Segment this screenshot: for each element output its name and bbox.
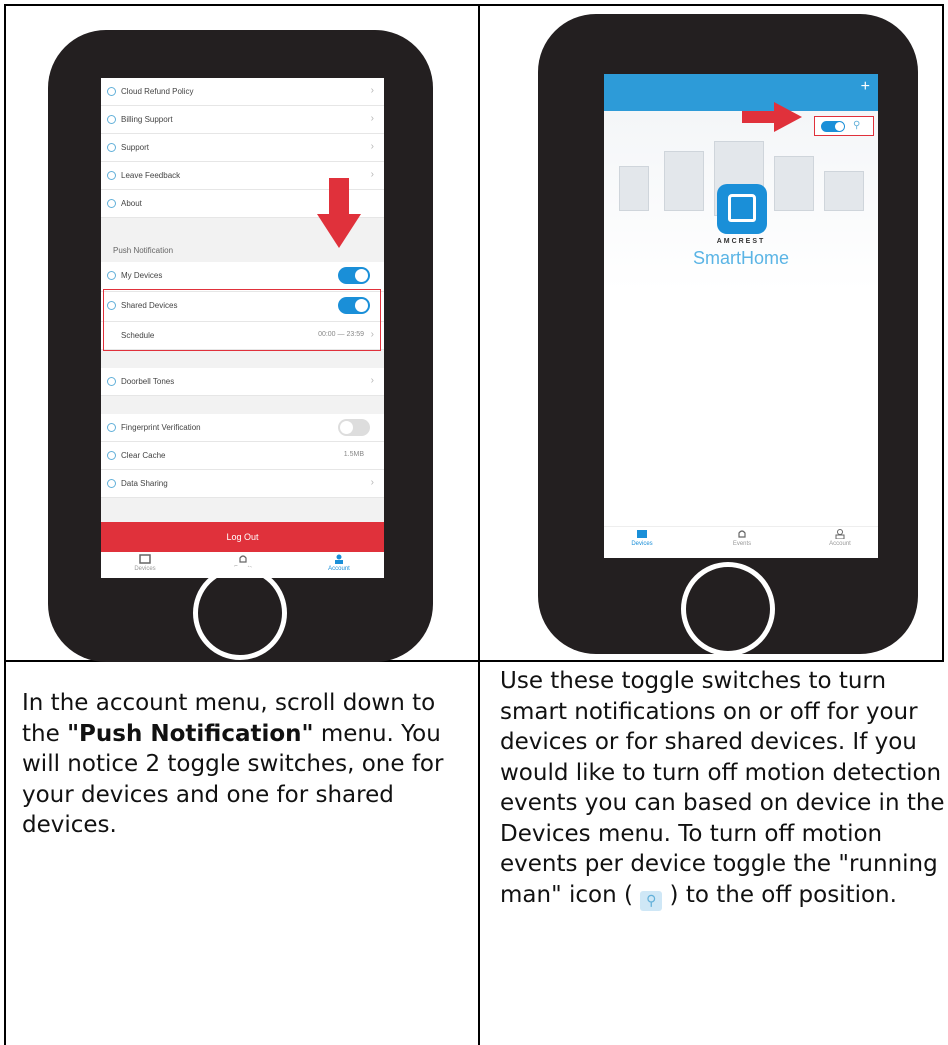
chevron-right-icon: › xyxy=(370,477,374,488)
chevron-right-icon: › xyxy=(370,85,374,96)
chevron-right-icon: › xyxy=(370,375,374,386)
tab-bar: Devices Events Account xyxy=(604,526,878,558)
fingerprint-row: Fingerprint Verification xyxy=(101,414,384,442)
building-shape xyxy=(824,171,864,211)
support-icon xyxy=(107,143,116,152)
toggle-highlight-box xyxy=(103,289,381,351)
tab-devices[interactable]: Devices xyxy=(612,529,672,547)
add-device-button[interactable]: + xyxy=(861,78,870,96)
about-icon xyxy=(107,199,116,208)
arrow-down-icon xyxy=(317,178,361,248)
user-icon xyxy=(335,554,343,564)
phone-left: Cloud Refund Policy › Billing Support › … xyxy=(48,30,433,662)
building-shape xyxy=(619,166,649,211)
notification-toggle[interactable] xyxy=(821,121,845,132)
share-icon xyxy=(107,479,116,488)
billing-icon xyxy=(107,115,116,124)
home-button xyxy=(681,562,775,656)
chevron-right-icon: › xyxy=(370,169,374,180)
running-man-icon: ⚲ xyxy=(640,890,663,911)
tab-account[interactable]: Account xyxy=(810,529,870,547)
fingerprint-icon xyxy=(107,423,116,432)
user-icon xyxy=(835,529,845,539)
table-border-top xyxy=(4,4,944,6)
device-icon xyxy=(107,271,116,280)
bell-icon xyxy=(107,377,116,386)
my-devices-toggle[interactable] xyxy=(338,267,370,284)
chevron-right-icon: › xyxy=(370,141,374,152)
tab-account[interactable]: Account xyxy=(309,554,369,572)
bell-icon xyxy=(239,555,247,563)
brand-small: AMCREST xyxy=(716,238,766,245)
account-menu-screen: Cloud Refund Policy › Billing Support › … xyxy=(101,78,384,578)
caption-left: In the account menu, scroll down to the … xyxy=(22,690,444,838)
table-border-right xyxy=(942,4,944,662)
devices-icon xyxy=(139,554,151,564)
feedback-icon xyxy=(107,171,116,180)
data-sharing-row[interactable]: Data Sharing › xyxy=(101,470,384,498)
motion-toggle-highlight: ⚲ xyxy=(814,116,874,136)
doorbell-tones-row[interactable]: Doorbell Tones › xyxy=(101,368,384,396)
list-item[interactable]: Cloud Refund Policy › xyxy=(101,78,384,106)
logout-button[interactable]: Log Out xyxy=(101,522,384,552)
tab-devices[interactable]: Devices xyxy=(115,554,175,572)
clear-cache-row[interactable]: Clear Cache 1.5MB xyxy=(101,442,384,470)
brand-large: SmartHome xyxy=(692,248,790,268)
caption-right: Use these toggle switches to turn smart … xyxy=(500,668,945,911)
trash-icon xyxy=(107,451,116,460)
app-logo-icon xyxy=(717,184,767,234)
running-man-icon[interactable]: ⚲ xyxy=(853,120,860,131)
list-item[interactable]: Billing Support › xyxy=(101,106,384,134)
header-bar: + xyxy=(604,74,878,111)
table-border-left xyxy=(4,4,6,1045)
table-border-middle xyxy=(478,4,480,1045)
arrow-right-icon xyxy=(742,102,802,132)
tab-events[interactable]: Events xyxy=(712,529,772,547)
devices-icon xyxy=(637,530,647,538)
phone-right: + ⚲ AMCREST SmartHome Devices Events Acc… xyxy=(538,14,918,656)
bell-icon xyxy=(738,530,746,538)
building-shape xyxy=(664,151,704,211)
my-devices-row: My Devices xyxy=(101,262,384,292)
devices-screen: + ⚲ AMCREST SmartHome Devices Events Acc… xyxy=(604,74,878,558)
policy-icon xyxy=(107,87,116,96)
building-shape xyxy=(774,156,814,211)
home-button xyxy=(193,566,287,660)
chevron-right-icon: › xyxy=(370,113,374,124)
fingerprint-toggle[interactable] xyxy=(338,419,370,436)
list-item[interactable]: Support › xyxy=(101,134,384,162)
